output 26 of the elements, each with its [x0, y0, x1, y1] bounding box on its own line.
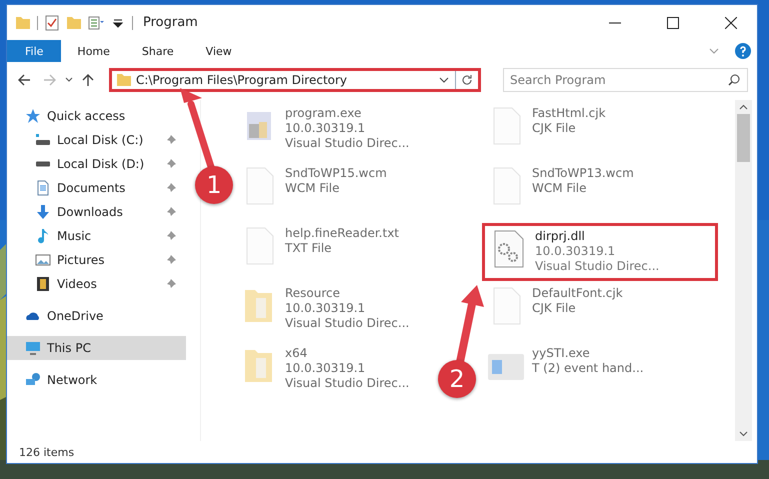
file-detail: Visual Studio Direc...	[285, 376, 410, 391]
file-detail: T (2) event hand...	[532, 361, 644, 376]
file-name: SndToWP13.wcm	[532, 166, 634, 181]
file-detail: 10.0.30319.1	[285, 301, 366, 316]
file-detail: WCM File	[532, 181, 588, 196]
file-detail: WCM File	[285, 181, 340, 196]
file-detail: Visual Studio Direc...	[285, 316, 410, 331]
window-title: Program	[143, 15, 199, 30]
file-detail: CJK File	[532, 121, 577, 136]
file-detail: Visual Studio Direc...	[285, 136, 410, 151]
file-name: help.fineReader.txt	[285, 226, 399, 241]
file-name: FastHtml.cjk	[532, 106, 606, 121]
file-name: yySTI.exe	[532, 346, 591, 361]
file-detail: CJK File	[532, 301, 577, 316]
file-name: program.exe	[285, 106, 362, 121]
file-name: DefaultFont.cjk	[532, 286, 623, 301]
file-name: SndToWP15.wcm	[285, 166, 387, 181]
file-detail: 10.0.30319.1	[285, 121, 366, 136]
file-name: dirprj.dll	[535, 229, 586, 244]
file-detail: Visual Studio Direc...	[535, 259, 660, 274]
file-detail: 10.0.30319.1	[535, 244, 616, 259]
file-name: x64	[285, 346, 308, 361]
file-name: Resource	[285, 286, 342, 301]
file-detail: TXT File	[285, 241, 333, 256]
file-detail: 10.0.30319.1	[285, 361, 366, 376]
item-count: 126 items	[19, 446, 74, 458]
